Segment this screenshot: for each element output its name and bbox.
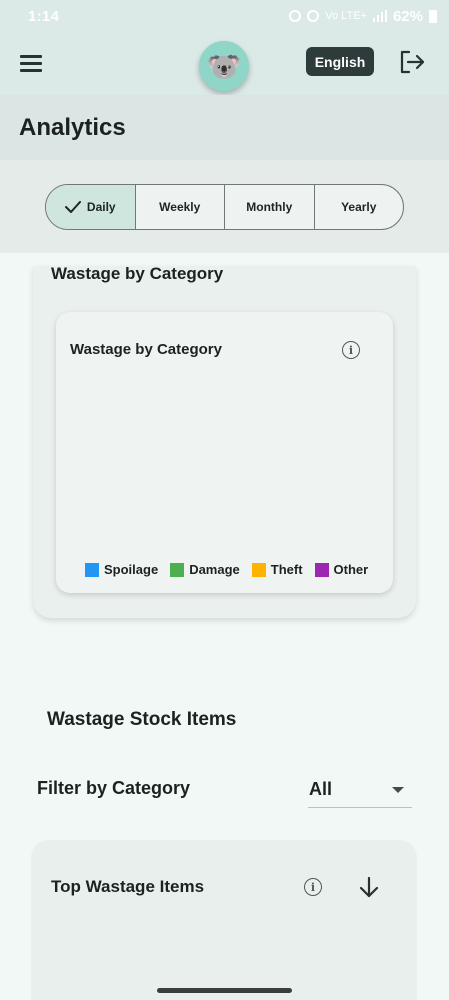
arrow-down-icon bbox=[359, 876, 379, 898]
signal-icon bbox=[372, 10, 387, 22]
wastage-pie-chart bbox=[56, 372, 393, 552]
filter-value: All bbox=[309, 779, 333, 799]
legend-item-other: Other bbox=[314, 562, 369, 577]
hamburger-icon-bar bbox=[20, 55, 42, 58]
period-segmented-control: Daily Weekly Monthly Yearly bbox=[45, 184, 404, 230]
tab-monthly[interactable]: Monthly bbox=[224, 185, 314, 229]
chart-legend: Spoilage Damage Theft Other bbox=[85, 562, 368, 577]
category-filter-dropdown[interactable]: All bbox=[308, 772, 412, 808]
dropdown-arrow-icon bbox=[392, 787, 404, 793]
legend-label: Theft bbox=[270, 562, 303, 577]
top-wastage-title: Top Wastage Items bbox=[51, 877, 205, 896]
period-bar: Daily Weekly Monthly Yearly bbox=[0, 160, 449, 253]
tab-daily[interactable]: Daily bbox=[46, 185, 135, 229]
wastage-chart-card: Wastage by Category i Spoilage Damage Th… bbox=[56, 312, 393, 593]
legend-label: Other bbox=[333, 562, 369, 577]
hamburger-icon-bar bbox=[20, 62, 42, 65]
legend-item-theft: Theft bbox=[251, 562, 303, 577]
legend-swatch bbox=[251, 562, 266, 577]
alarm-icon bbox=[289, 10, 302, 22]
info-icon[interactable]: i bbox=[304, 878, 322, 896]
legend-swatch bbox=[314, 562, 329, 577]
hamburger-icon-bar bbox=[20, 69, 42, 72]
status-bar: 1:14 Vo LTE+ 62% bbox=[0, 0, 449, 32]
legend-label: Damage bbox=[189, 562, 240, 577]
title-bar: Analytics bbox=[0, 95, 449, 160]
network-type: Vo LTE+ bbox=[325, 10, 367, 22]
legend-label: Spoilage bbox=[104, 562, 159, 577]
sort-button[interactable] bbox=[358, 876, 380, 898]
legend-item-damage: Damage bbox=[170, 562, 240, 577]
tab-weekly-label: Weekly bbox=[159, 200, 201, 214]
tab-daily-label: Daily bbox=[86, 200, 116, 214]
logout-icon bbox=[400, 50, 425, 74]
top-wastage-card: Top Wastage Items i bbox=[31, 840, 417, 1000]
filter-label: Filter by Category bbox=[37, 778, 191, 798]
check-icon bbox=[64, 201, 81, 213]
language-button[interactable]: English bbox=[306, 47, 374, 76]
legend-swatch bbox=[85, 562, 99, 577]
tab-monthly-label: Monthly bbox=[246, 200, 293, 214]
status-icons: Vo LTE+ 62% bbox=[289, 8, 437, 25]
logout-button[interactable] bbox=[398, 49, 426, 75]
legend-item-spoilage: Spoilage bbox=[85, 562, 158, 577]
app-bar: 🐨 English bbox=[0, 32, 449, 95]
status-time: 1:14 bbox=[28, 7, 60, 25]
legend-swatch bbox=[170, 562, 185, 577]
chart-title: Wastage by Category bbox=[70, 341, 222, 358]
tab-yearly-label: Yearly bbox=[341, 200, 377, 214]
tab-yearly[interactable]: Yearly bbox=[313, 185, 404, 229]
menu-button[interactable] bbox=[20, 52, 46, 74]
battery-percent: 62% bbox=[392, 7, 423, 25]
koala-icon: 🐨 bbox=[206, 50, 242, 82]
hotspot-icon bbox=[307, 10, 320, 22]
stock-section-title: Wastage Stock Items bbox=[47, 709, 237, 730]
page-title: Analytics bbox=[19, 113, 126, 141]
wastage-section-title: Wastage by Category bbox=[51, 264, 224, 283]
avatar[interactable]: 🐨 bbox=[199, 41, 249, 91]
tab-weekly[interactable]: Weekly bbox=[134, 185, 225, 229]
home-indicator[interactable] bbox=[157, 988, 292, 993]
battery-icon bbox=[429, 9, 437, 23]
info-icon[interactable]: i bbox=[342, 341, 360, 359]
